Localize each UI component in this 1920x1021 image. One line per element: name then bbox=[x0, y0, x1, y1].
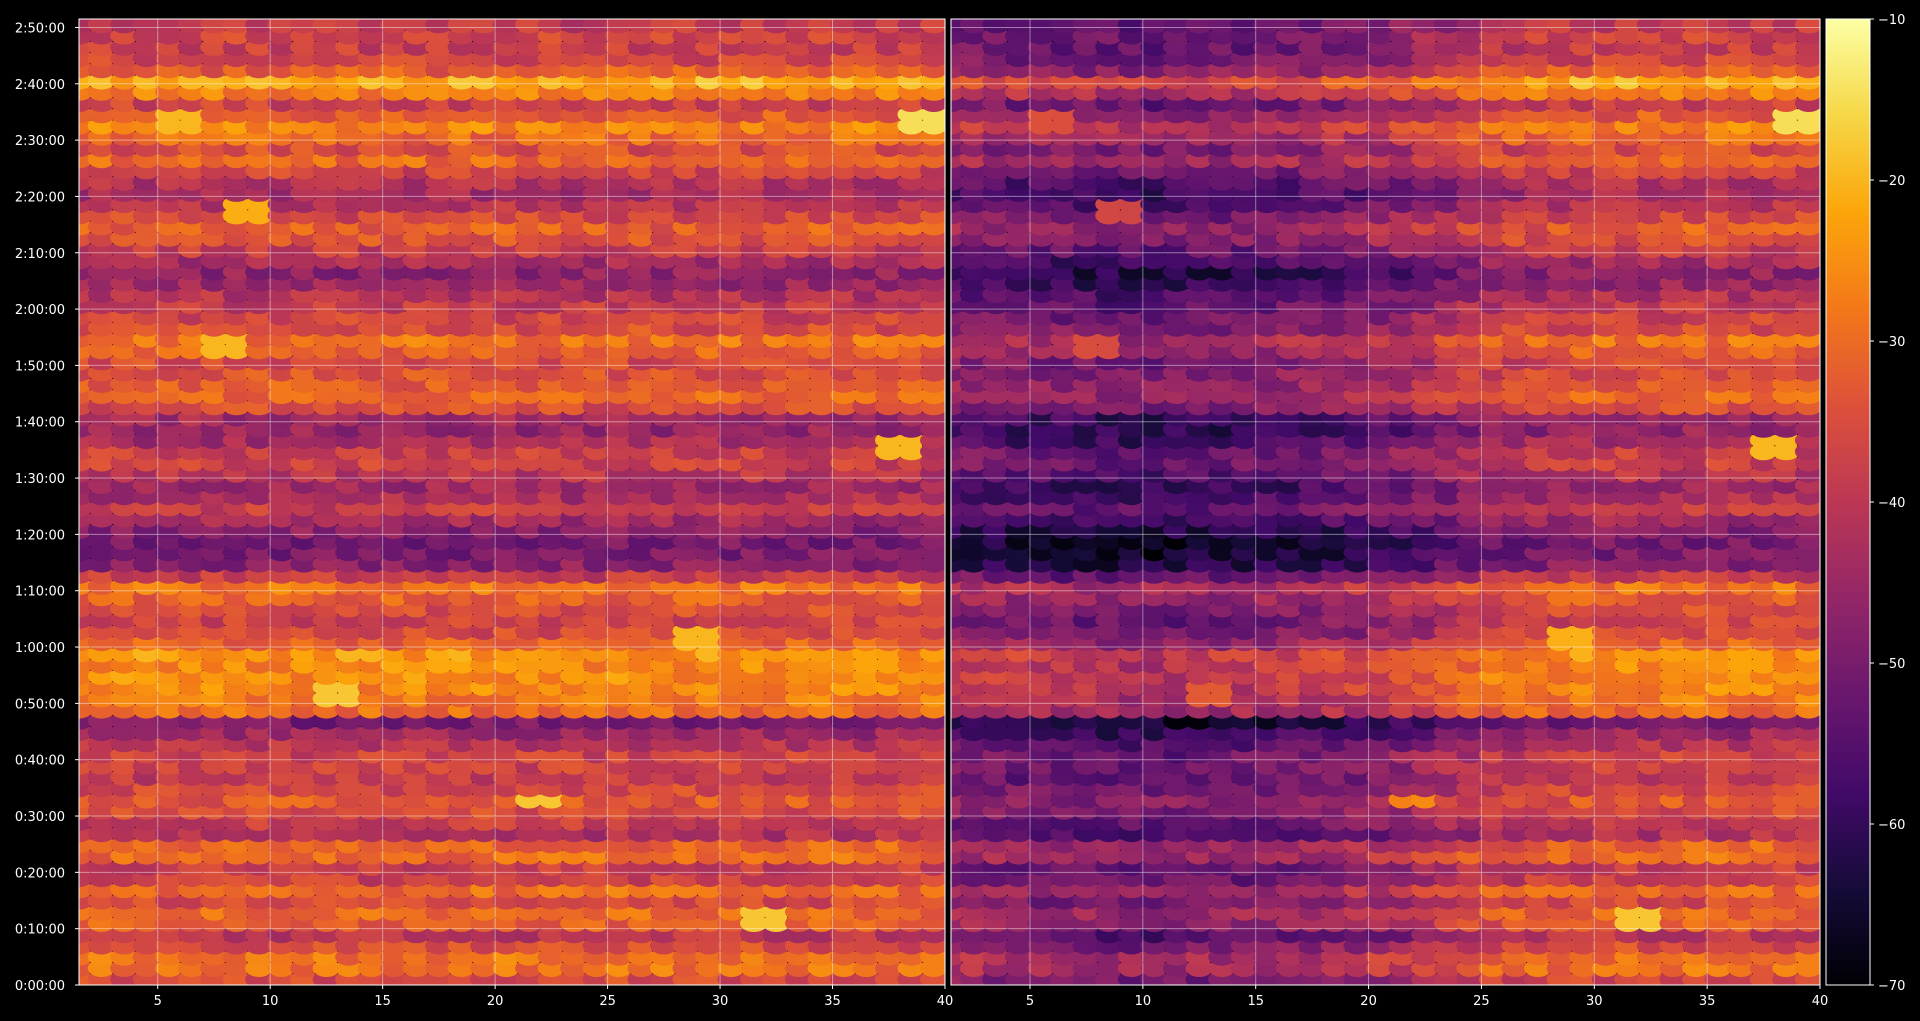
left-heatmap-cells bbox=[79, 19, 945, 985]
left-x-axis: 5 10 15 20 25 30 35 40 bbox=[154, 985, 954, 1009]
left-y-tick-label: 0:30:00 bbox=[15, 810, 65, 825]
left-panel: 5 10 15 20 25 30 35 40 0:00:00 0:10:00 0:20:00 0:3… bbox=[15, 18, 954, 1009]
left-y-tick-label: 1:50:00 bbox=[15, 359, 65, 374]
left-y-tick-label: 2:00:00 bbox=[15, 303, 65, 318]
left-y-tick-label: 2:40:00 bbox=[15, 78, 65, 93]
left-x-tick-label: 30 bbox=[712, 994, 729, 1009]
left-y-axis: 0:00:00 0:10:00 0:20:00 0:30:00 0:40:00 0:50:… bbox=[15, 21, 79, 994]
left-x-tick-label: 35 bbox=[824, 994, 841, 1009]
left-y-tick-label: 0:50:00 bbox=[15, 697, 65, 712]
left-heatmap-cell bbox=[920, 19, 945, 34]
figure: 5 10 15 20 25 30 35 40 0:00:00 0:10:00 0:20:00 0:3… bbox=[15, 13, 1906, 1009]
left-y-tick-label: 1:20:00 bbox=[15, 528, 65, 543]
left-y-tick-label: 0:10:00 bbox=[15, 923, 65, 938]
left-x-tick-label: 25 bbox=[599, 994, 616, 1009]
left-x-tick-label: 10 bbox=[262, 994, 279, 1009]
left-y-tick-label: 1:10:00 bbox=[15, 585, 65, 600]
left-y-tick-label: 0:20:00 bbox=[15, 866, 65, 881]
left-y-tick-label: 2:30:00 bbox=[15, 134, 65, 149]
right-panel: 5 10 15 20 25 30 35 40 bbox=[950, 18, 1828, 1009]
left-y-tick-label: 1:00:00 bbox=[15, 641, 65, 656]
left-y-tick-label: 0:00:00 bbox=[15, 979, 65, 994]
left-y-tick-label: 2:10:00 bbox=[15, 247, 65, 262]
left-y-tick-label: 2:50:00 bbox=[15, 21, 65, 36]
left-y-tick-label: 1:30:00 bbox=[15, 472, 65, 487]
left-x-tick-label: 20 bbox=[487, 994, 504, 1009]
left-y-tick-label: 0:40:00 bbox=[15, 754, 65, 769]
left-y-tick-label: 1:40:00 bbox=[15, 416, 65, 431]
left-x-tick-label: 15 bbox=[374, 994, 391, 1009]
right-heatmap-cells bbox=[951, 19, 1820, 985]
left-y-tick-label: 2:20:00 bbox=[15, 190, 65, 205]
left-x-tick-label: 5 bbox=[154, 994, 162, 1009]
left-x-tick-label: 40 bbox=[937, 994, 954, 1009]
